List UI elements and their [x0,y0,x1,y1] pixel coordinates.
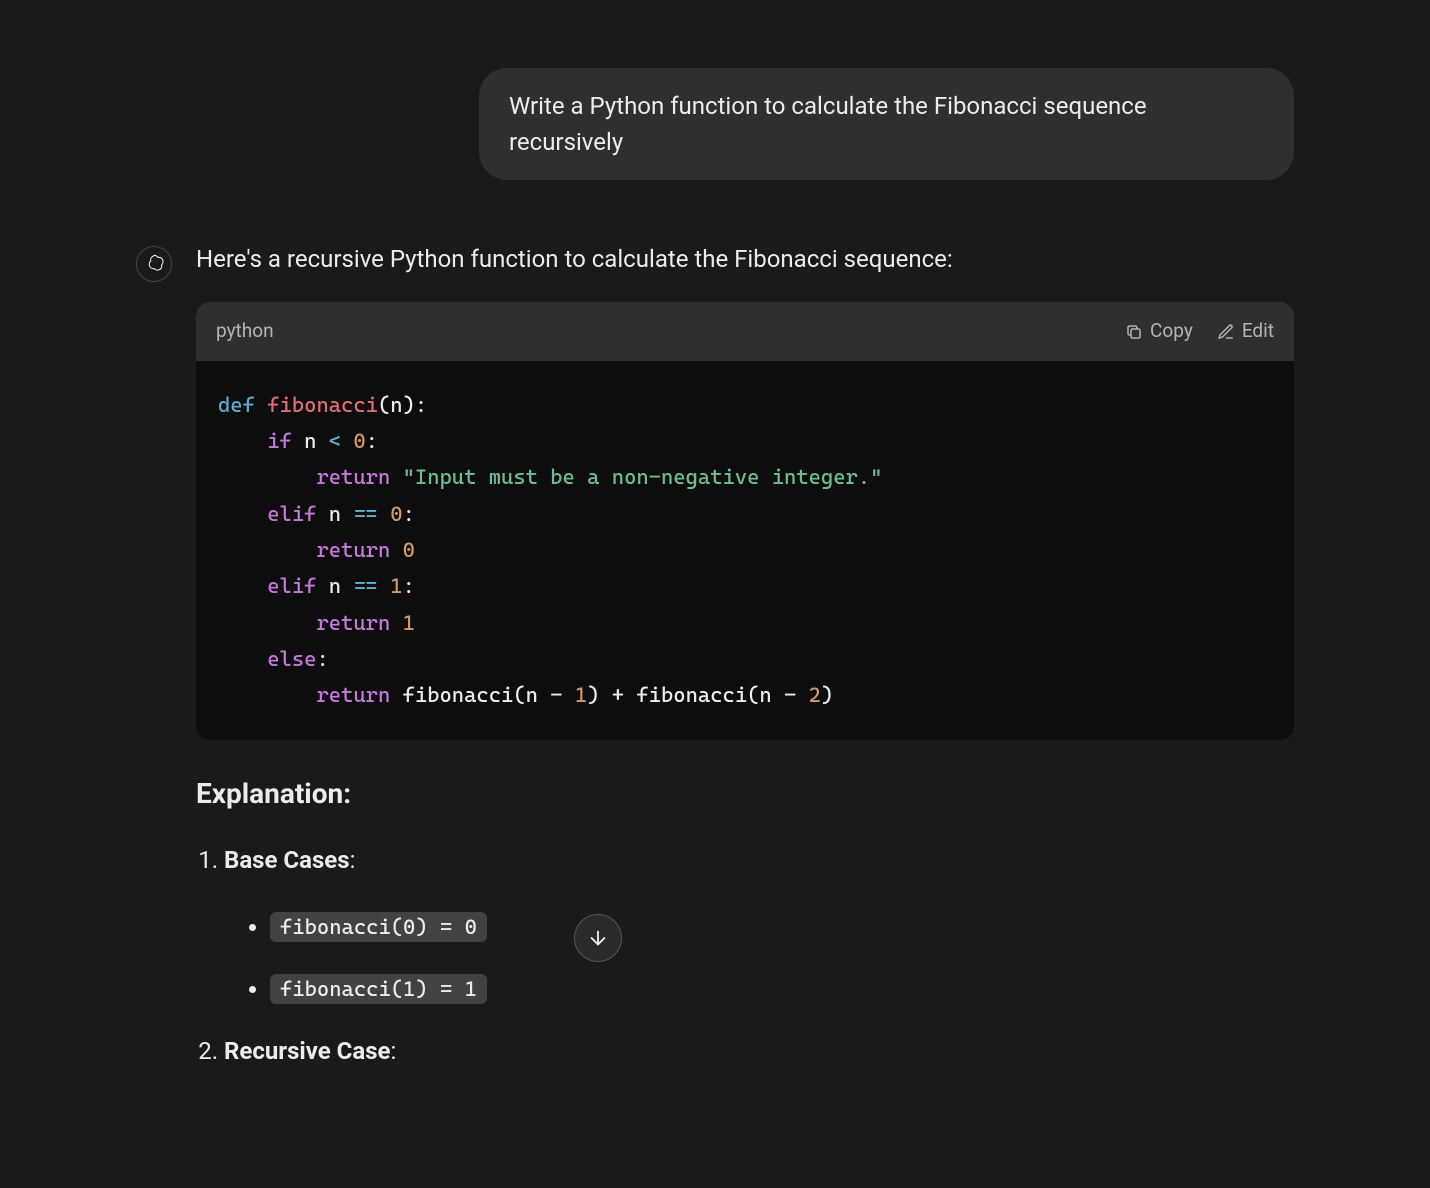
user-message-text: Write a Python function to calculate the… [509,92,1147,156]
list-item: Recursive Case: [224,1032,1294,1070]
code-content[interactable]: def fibonacci(n): if n < 0: return "Inpu… [196,361,1294,740]
conversation: Write a Python function to calculate the… [120,0,1310,1110]
edit-button[interactable]: Edit [1217,316,1274,346]
explanation-list: Base Cases: fibonacci(0) = 0 fibonacci(1… [196,841,1294,1071]
bullet-list: fibonacci(0) = 0 fibonacci(1) = 1 [224,907,1294,1008]
bullet-item: fibonacci(1) = 1 [270,969,1294,1007]
openai-icon [143,253,165,275]
code-header: python Copy [196,302,1294,360]
user-message: Write a Python function to calculate the… [479,68,1294,180]
list-item: Base Cases: fibonacci(0) = 0 fibonacci(1… [224,841,1294,1008]
user-message-row: Write a Python function to calculate the… [120,68,1310,180]
assistant-message-row: Here's a recursive Python function to ca… [120,240,1310,1090]
list-item-title: Recursive Case [224,1037,391,1065]
assistant-avatar [136,246,172,282]
list-item-title: Base Cases [224,846,350,874]
bullet-item: fibonacci(0) = 0 [270,907,1294,945]
edit-icon [1217,323,1235,341]
copy-button[interactable]: Copy [1125,316,1193,346]
code-actions: Copy Edit [1125,316,1274,346]
scroll-down-button[interactable] [574,914,622,962]
explanation-heading: Explanation: [196,772,1294,817]
inline-code: fibonacci(1) = 1 [270,974,487,1004]
assistant-content: Here's a recursive Python function to ca… [196,240,1294,1090]
colon: : [350,846,356,874]
colon: : [391,1037,397,1065]
assistant-intro-text: Here's a recursive Python function to ca… [196,240,1294,278]
copy-icon [1125,323,1143,341]
arrow-down-icon [587,927,609,949]
edit-label: Edit [1242,316,1274,346]
code-language-label: python [216,316,274,346]
copy-label: Copy [1150,316,1193,346]
code-block: python Copy [196,302,1294,739]
inline-code: fibonacci(0) = 0 [270,912,487,942]
